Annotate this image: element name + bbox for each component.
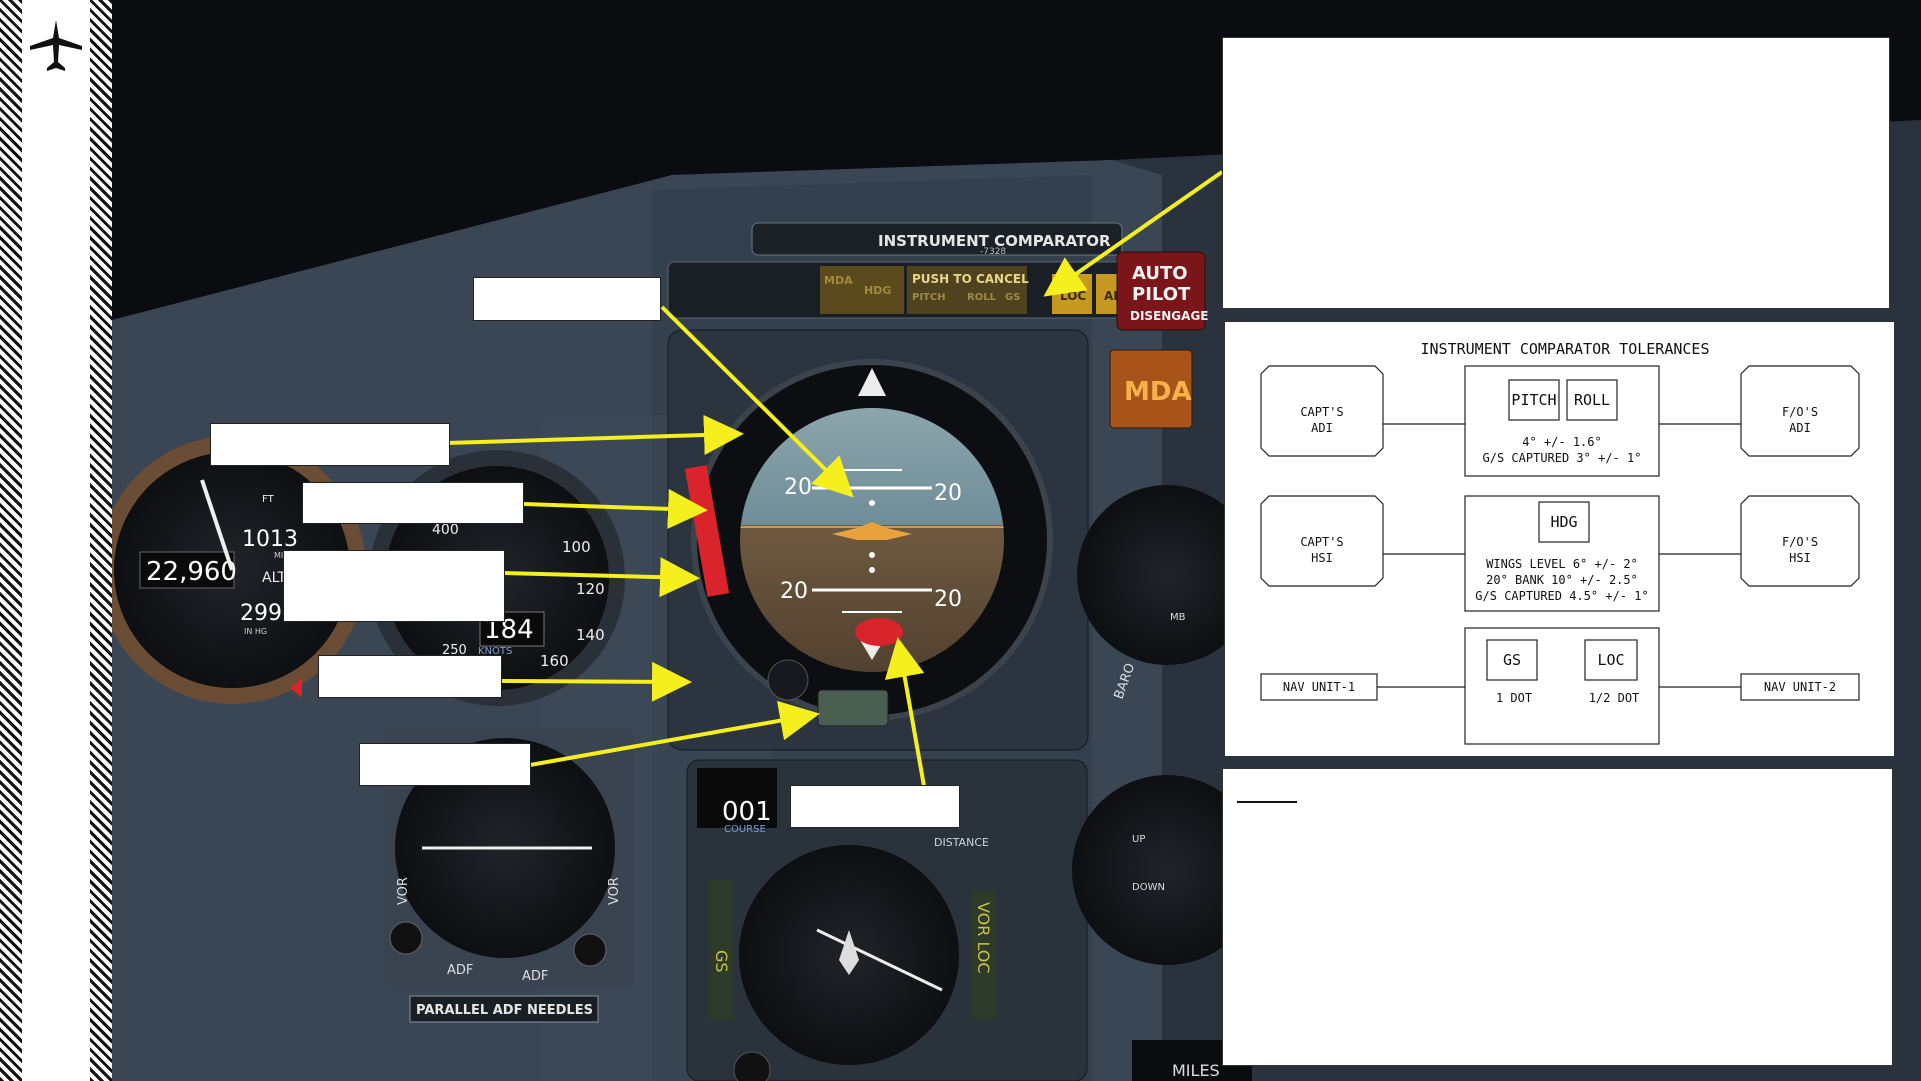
annunciator-gs: GS (1005, 292, 1020, 303)
altimeter-label: FT (262, 494, 275, 505)
capt-hsi-label: HSI (1311, 551, 1333, 565)
miles-label: MILES (1172, 1061, 1220, 1080)
tolerances-diagram-panel: INSTRUMENT COMPARATOR TOLERANCES CAPT'S … (1224, 321, 1895, 757)
fo-adi-label: F/O'S (1782, 405, 1818, 419)
gs-label: GS (1503, 651, 1521, 669)
rmi-vor-label: VOR (396, 877, 411, 905)
autopilot-label-disengage: DISENGAGE (1130, 309, 1209, 323)
vsi-down-label: DOWN (1132, 882, 1165, 893)
loc-label: LOC (1597, 651, 1624, 669)
roll-label: ROLL (1574, 391, 1610, 409)
annunciator-mda: MDA (824, 274, 853, 287)
callout-label-box (318, 655, 502, 698)
rmi-placard: PARALLEL ADF NEEDLES (416, 1003, 593, 1018)
nav-unit-2-label: NAV UNIT-2 (1764, 680, 1836, 694)
rmi-vor-label: VOR (607, 877, 622, 905)
inclinometer (817, 689, 889, 727)
adi-pitch-label: 20 (784, 475, 812, 500)
adi-pitch-label: 20 (934, 481, 962, 506)
rmi-adf-label: ADF (447, 963, 473, 978)
capt-adi-label: ADI (1311, 421, 1333, 435)
annunciator-pitch: PITCH (912, 292, 946, 303)
callout-label-box (473, 277, 661, 321)
altimeter-label: IN HG (244, 627, 267, 636)
hsi-vor-loc-flag: VOR LOC (974, 902, 993, 974)
annunciator-hdg: HDG (864, 284, 891, 297)
hsi-distance-label: DISTANCE (934, 836, 989, 849)
altimeter-readout: 22,960 (146, 557, 237, 587)
left-sidebar (0, 0, 112, 1081)
description-panel-top (1222, 37, 1890, 309)
altimeter-baro-mb: 1013 (242, 527, 298, 552)
baro-unit-label: MB (1170, 612, 1186, 623)
comparator-code: -7328 (980, 247, 1006, 257)
mda-light-label: MDA (1124, 377, 1192, 407)
capt-adi-label: CAPT'S (1300, 405, 1343, 419)
hsi-course-readout: 001 (722, 797, 772, 827)
fo-hsi-label: HSI (1789, 551, 1811, 565)
tolerances-title: INSTRUMENT COMPARATOR TOLERANCES (1421, 340, 1710, 358)
hdg-tolerance: WINGS LEVEL 6° +/- 2° (1486, 557, 1638, 571)
gs-tolerance: 1 DOT (1496, 691, 1532, 705)
airplane-icon (30, 20, 82, 71)
pitch-label: PITCH (1511, 391, 1556, 409)
callout-label-box (359, 743, 531, 786)
rmi-right-selector-knob[interactable] (573, 933, 607, 967)
fo-adi-label: ADI (1789, 421, 1811, 435)
pitch-roll-tolerance: G/S CAPTURED 3° +/- 1° (1483, 451, 1642, 465)
airspeed-tick: 140 (576, 626, 605, 644)
adi-pitch-label: 20 (780, 579, 808, 604)
autopilot-label-auto: AUTO (1132, 263, 1188, 284)
capt-hsi-label: CAPT'S (1300, 535, 1343, 549)
callout-arrow-test-button (501, 661, 692, 702)
nav-unit-1-label: NAV UNIT-1 (1283, 680, 1355, 694)
hsi-course-label: COURSE (724, 824, 766, 835)
airspeed-tick: 120 (576, 580, 605, 598)
hdg-tolerance: 20° BANK 10° +/- 2.5° (1486, 573, 1638, 587)
heading-rule (1237, 801, 1297, 803)
adi-flag (855, 618, 903, 646)
airspeed-tick: 160 (540, 652, 569, 670)
vsi-up-label: UP (1132, 834, 1145, 845)
rmi-left-selector-knob[interactable] (389, 921, 423, 955)
annunciator-roll: ROLL (967, 292, 997, 303)
annunciator-loc-label: LOC (1060, 289, 1086, 303)
description-panel-bottom (1222, 768, 1893, 1066)
callout-label-box (283, 550, 505, 622)
rmi-adf-label: ADF (522, 969, 548, 984)
pitch-roll-tolerance: 4° +/- 1.6° (1522, 435, 1601, 449)
gs-loc-block (1464, 627, 1660, 745)
hdg-tolerance: G/S CAPTURED 4.5° +/- 1° (1475, 589, 1648, 603)
adi-pitch-label: 20 (934, 587, 962, 612)
airspeed-tick: 100 (562, 538, 591, 556)
hsi-gs-flag: GS (712, 950, 731, 973)
hatched-border-right (90, 0, 112, 1081)
push-to-cancel-label: PUSH TO CANCEL (912, 272, 1029, 286)
press-to-test-knob[interactable] (767, 659, 809, 701)
loc-tolerance: 1/2 DOT (1589, 691, 1640, 705)
callout-label-box (210, 423, 450, 466)
autopilot-label-pilot: PILOT (1132, 284, 1191, 305)
airspeed-tick: 400 (432, 522, 459, 538)
fo-hsi-label: F/O'S (1782, 535, 1818, 549)
tolerances-diagram: INSTRUMENT COMPARATOR TOLERANCES CAPT'S … (1260, 340, 1860, 745)
callout-label-box (302, 482, 524, 524)
callout-label-box (790, 785, 960, 828)
hdg-label: HDG (1550, 513, 1577, 531)
hatched-border-left (0, 0, 22, 1081)
